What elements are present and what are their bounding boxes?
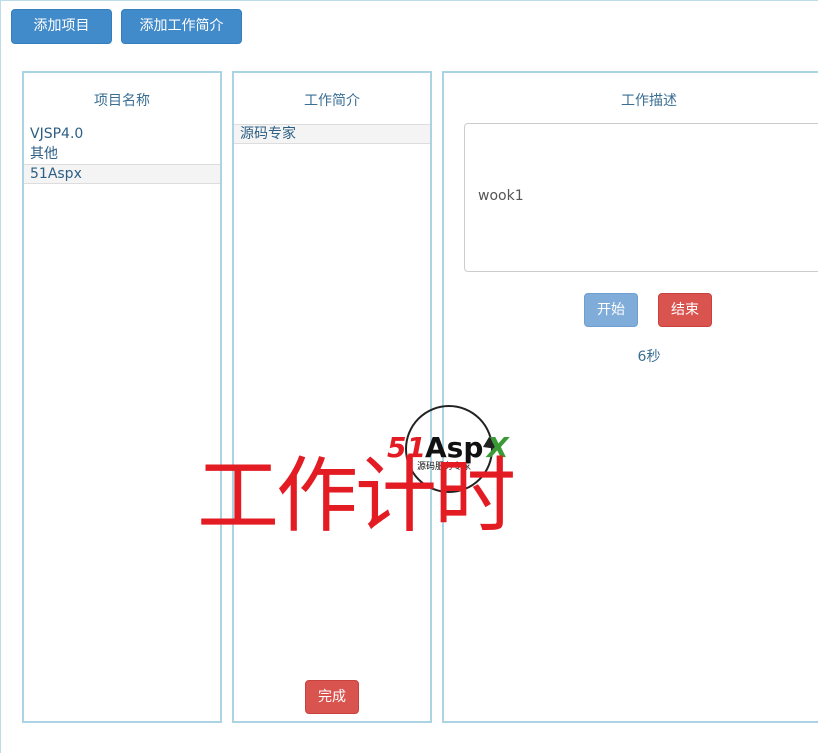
- work-description-panel: 工作描述 wook1 开始 结束 6秒: [442, 71, 818, 723]
- app-window: 添加项目 添加工作简介 项目名称 VJSP4.0 其他 51Aspx 工作简介 源码…: [0, 0, 818, 753]
- done-button[interactable]: 完成: [305, 680, 359, 714]
- start-button[interactable]: 开始: [584, 293, 638, 327]
- project-list: VJSP4.0 其他 51Aspx: [24, 124, 220, 184]
- work-description-input[interactable]: wook1: [464, 123, 818, 272]
- add-work-summary-button[interactable]: 添加工作简介: [121, 9, 242, 44]
- work-summary-panel: 工作简介 源码专家 完成: [232, 71, 432, 723]
- project-list-panel: 项目名称 VJSP4.0 其他 51Aspx: [22, 71, 222, 723]
- work-summary-list: 源码专家: [234, 124, 430, 144]
- end-button[interactable]: 结束: [658, 293, 712, 327]
- work-summary-item[interactable]: 源码专家: [234, 124, 430, 144]
- project-list-item[interactable]: 51Aspx: [24, 164, 220, 184]
- project-list-item[interactable]: VJSP4.0: [24, 124, 220, 144]
- elapsed-time: 6秒: [637, 349, 661, 365]
- add-project-button[interactable]: 添加项目: [11, 9, 112, 44]
- work-description-title: 工作描述: [621, 93, 677, 109]
- work-summary-title: 工作简介: [304, 93, 360, 109]
- project-list-title: 项目名称: [94, 93, 150, 109]
- project-list-item[interactable]: 其他: [24, 144, 220, 164]
